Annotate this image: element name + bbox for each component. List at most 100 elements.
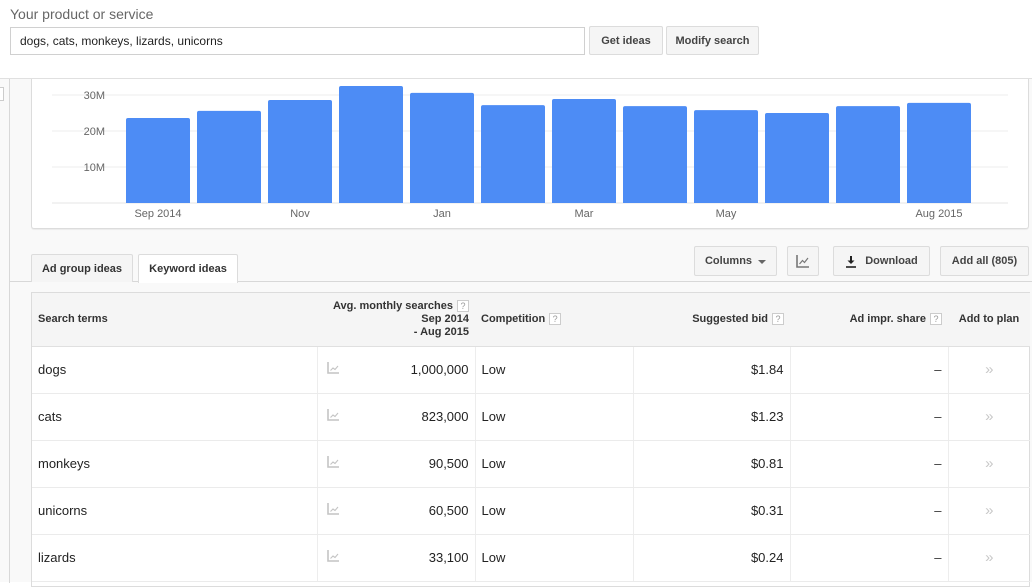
bar-jan[interactable] xyxy=(410,92,474,203)
add-to-plan-arrow-icon[interactable]: » xyxy=(985,361,993,378)
search-term-cell: lizards xyxy=(32,534,317,582)
header-suggested-bid[interactable]: Suggested bid? xyxy=(633,293,790,347)
ad-impr-share-cell: – xyxy=(789,346,948,394)
header-suggested-bid-label: Suggested bid xyxy=(692,313,768,326)
columns-label: Columns xyxy=(704,255,753,267)
suggested-bid-cell: $1.23 xyxy=(632,393,790,441)
avg-monthly-searches-cell: 90,500 xyxy=(396,440,475,488)
add-to-plan-arrow-icon[interactable]: » xyxy=(985,549,993,566)
table-row: dogs 1,000,000 Low $1.84– » xyxy=(32,346,1030,394)
trend-chart-button[interactable] xyxy=(316,440,396,488)
header-search-terms[interactable]: Search terms xyxy=(32,293,317,347)
x-tick-label: Sep 2014 xyxy=(134,208,181,220)
header-search-terms-label: Search terms xyxy=(38,313,108,326)
trend-chart-button[interactable] xyxy=(316,487,396,535)
competition-cell: Low xyxy=(474,534,633,582)
header-avg-monthly-searches[interactable]: Avg. monthly searches? Sep 2014 - Aug 20… xyxy=(317,293,475,347)
table-row: cats 823,000 Low $1.23– » xyxy=(32,393,1030,441)
search-term-cell: dogs xyxy=(32,346,317,394)
add-to-plan-cell: » xyxy=(947,487,1030,535)
table-row: unicorns 60,500 Low $0.31– » xyxy=(32,487,1030,535)
trend-chart-icon xyxy=(326,550,339,562)
chart-toggle-button[interactable] xyxy=(787,246,819,276)
trend-chart-icon xyxy=(326,456,339,468)
add-to-plan-arrow-icon[interactable]: » xyxy=(985,455,993,472)
avg-monthly-searches-cell: 823,000 xyxy=(396,393,475,441)
search-term-cell: cats xyxy=(32,393,317,441)
bar-jul[interactable] xyxy=(836,106,900,203)
add-to-plan-cell: » xyxy=(947,534,1030,582)
bar-nov[interactable] xyxy=(268,100,332,203)
get-ideas-button[interactable]: Get ideas xyxy=(589,26,663,55)
table-header-row: Search terms Avg. monthly searches? Sep … xyxy=(32,293,1030,347)
help-icon[interactable]: ? xyxy=(549,313,562,326)
trend-chart-icon xyxy=(326,362,339,374)
trend-chart-button[interactable] xyxy=(316,534,396,582)
search-term-cell: monkeys xyxy=(32,440,317,488)
add-all-button[interactable]: Add all (805) xyxy=(940,246,1029,276)
collapsed-panel-handle[interactable] xyxy=(0,87,4,101)
header-add-to-plan: Add to plan xyxy=(948,293,1030,347)
suggested-bid-cell: $0.81 xyxy=(632,440,790,488)
trend-chart-button[interactable] xyxy=(316,393,396,441)
y-tick-label: 20M xyxy=(84,126,105,138)
x-tick-label: Mar xyxy=(575,208,594,220)
ad-impr-share-cell: – xyxy=(789,440,948,488)
help-icon[interactable]: ? xyxy=(772,313,784,326)
bar-feb[interactable] xyxy=(481,105,545,203)
help-icon[interactable]: ? xyxy=(457,299,469,312)
tab-keyword-ideas[interactable]: Keyword ideas xyxy=(138,254,238,283)
avg-monthly-searches-cell: 33,100 xyxy=(396,534,475,582)
header-ad-impr-share[interactable]: Ad impr. share? xyxy=(790,293,948,347)
table-row: lizards 33,100 Low $0.24– » xyxy=(32,534,1030,582)
y-tick-label: 30M xyxy=(84,90,105,102)
search-volume-chart: 10M 20M 30M Sep 2014 Nov Jan Mar May Aug 2015 xyxy=(31,79,1029,229)
keyword-ideas-table: Search terms Avg. monthly searches? Sep … xyxy=(31,292,1030,587)
search-volume-chart-svg: 10M 20M 30M Sep 2014 Nov Jan Mar May Aug 2015 xyxy=(52,86,1008,220)
header-avg-date-end: - Aug 2015 xyxy=(413,325,469,338)
x-tick-label: May xyxy=(716,208,737,220)
bar-oct[interactable] xyxy=(197,110,261,203)
header-competition-label: Competition xyxy=(481,313,546,326)
caret-down-icon xyxy=(758,260,767,264)
competition-cell: Low xyxy=(474,346,633,394)
x-tick-label: Jan xyxy=(433,208,451,220)
bar-may[interactable] xyxy=(694,110,758,203)
bar-jun[interactable] xyxy=(765,113,829,203)
left-divider xyxy=(9,79,10,583)
bar-dec[interactable] xyxy=(339,86,403,203)
suggested-bid-cell: $0.31 xyxy=(632,487,790,535)
download-button[interactable]: Download xyxy=(833,246,930,276)
header-avg-date-start: Sep 2014 xyxy=(421,312,469,325)
results-area: 10M 20M 30M Sep 2014 Nov Jan Mar May Aug 2015 Co… xyxy=(0,78,1032,587)
bar-sep-2014[interactable] xyxy=(126,118,190,203)
competition-cell: Low xyxy=(474,440,633,488)
help-icon[interactable]: ? xyxy=(930,313,942,326)
trend-chart-icon xyxy=(326,503,339,515)
table-row: monkeys 90,500 Low $0.81– » xyxy=(32,440,1030,488)
add-to-plan-arrow-icon[interactable]: » xyxy=(985,502,993,519)
download-label: Download xyxy=(865,255,918,267)
add-to-plan-cell: » xyxy=(947,393,1030,441)
download-icon xyxy=(846,255,857,268)
add-to-plan-cell: » xyxy=(947,440,1030,488)
x-tick-label: Nov xyxy=(290,208,310,220)
add-to-plan-arrow-icon[interactable]: » xyxy=(985,408,993,425)
avg-monthly-searches-cell: 1,000,000 xyxy=(396,346,475,394)
ad-impr-share-cell: – xyxy=(789,393,948,441)
header-competition[interactable]: Competition? xyxy=(475,293,633,347)
trend-chart-icon xyxy=(326,409,339,421)
product-service-input[interactable] xyxy=(10,27,585,55)
suggested-bid-cell: $1.84 xyxy=(632,346,790,394)
bar-apr[interactable] xyxy=(623,106,687,203)
columns-dropdown-button[interactable]: Columns xyxy=(694,246,777,276)
bar-mar[interactable] xyxy=(552,98,616,203)
competition-cell: Low xyxy=(474,393,633,441)
header-avg-label: Avg. monthly searches xyxy=(332,299,453,312)
modify-search-button[interactable]: Modify search xyxy=(666,26,759,55)
trend-chart-button[interactable] xyxy=(316,346,396,394)
tab-ad-group-ideas[interactable]: Ad group ideas xyxy=(31,254,133,282)
bar-aug-2015[interactable] xyxy=(907,102,971,203)
add-to-plan-cell: » xyxy=(947,346,1030,394)
line-chart-icon xyxy=(796,254,809,268)
